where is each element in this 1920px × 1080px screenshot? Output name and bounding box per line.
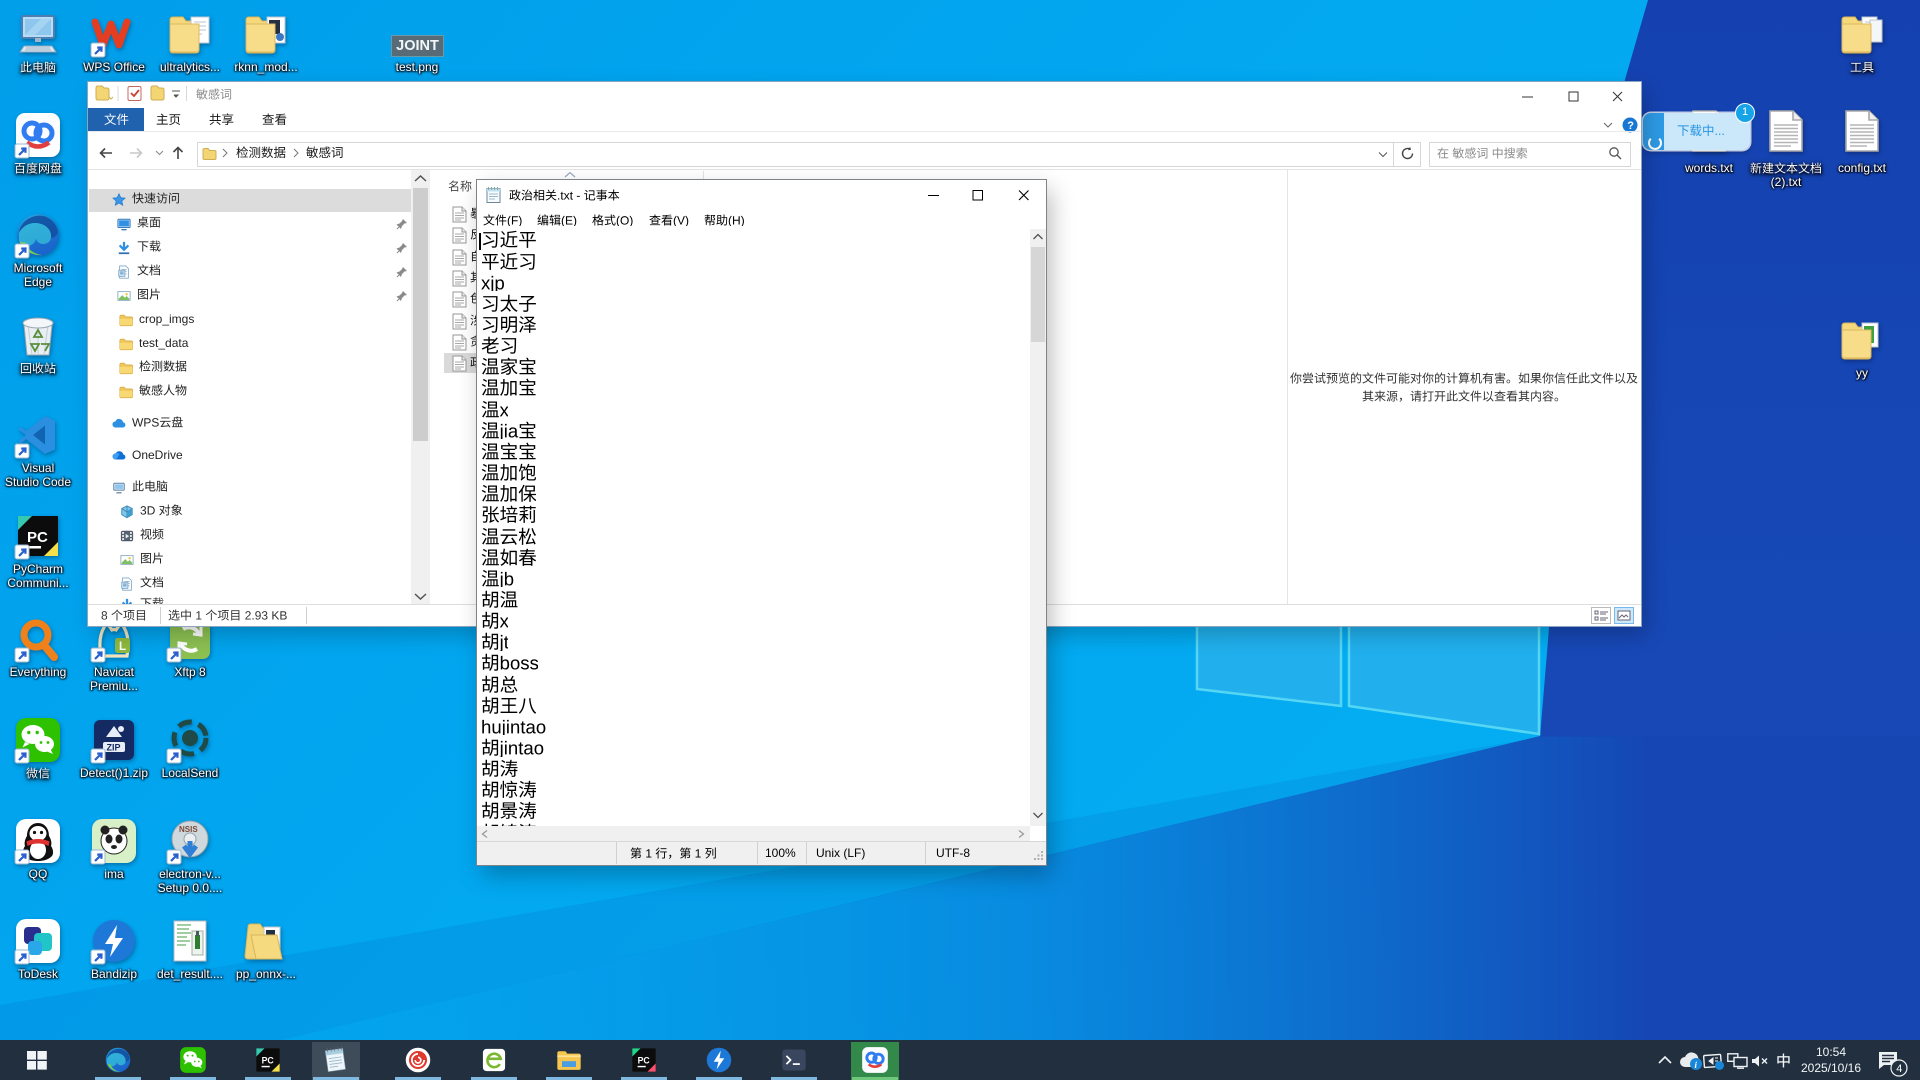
svg-text:L: L — [119, 641, 126, 653]
svg-text:PC: PC — [638, 1056, 651, 1066]
svg-text:ZIP: ZIP — [107, 743, 121, 753]
svg-text:PC: PC — [262, 1056, 275, 1066]
svg-text:PC: PC — [27, 529, 48, 546]
svg-text:4: 4 — [1896, 1063, 1902, 1075]
svg-text:NSIS: NSIS — [179, 825, 198, 834]
